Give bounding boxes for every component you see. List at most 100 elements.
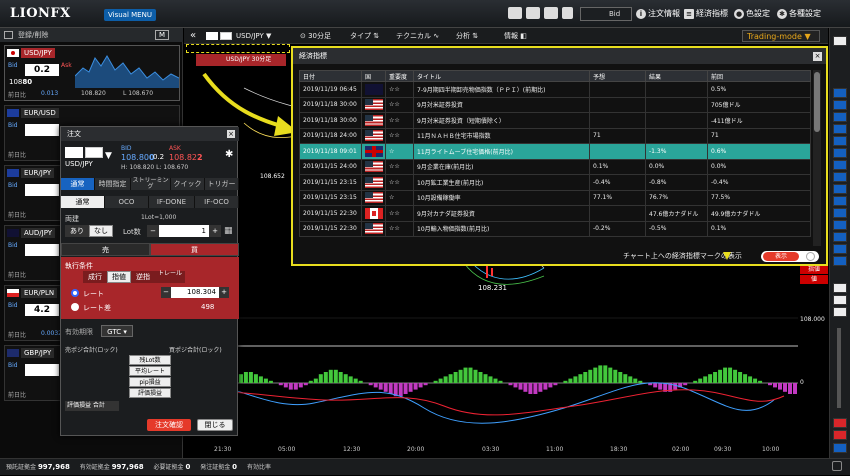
gear-icon[interactable]: ✱ [225, 149, 233, 160]
buy-button[interactable]: 買 [150, 243, 239, 256]
zoom-out-button[interactable] [833, 418, 847, 428]
rate-radio[interactable] [71, 289, 79, 297]
tool-button[interactable] [833, 148, 847, 158]
econ-row[interactable]: 2019/11/18 24:00 ☆☆ 11月ＮＡＨＢ住宅市場指数 71 71 [299, 127, 811, 144]
lot-minus-button[interactable]: − [147, 225, 159, 237]
econ-row[interactable]: 2019/11/18 30:00 ☆☆ 9月対米証券投資（短期債除く） -411億ドル [299, 112, 811, 129]
econ-row[interactable]: 2019/11/18 30:00 ☆☆ 9月対米証券投資 705億ドル [299, 96, 811, 113]
visual-menu-button[interactable]: Visual MENU [104, 9, 156, 21]
reset-button[interactable] [833, 443, 847, 453]
econ-row[interactable]: 2019/11/19 06:45 ☆☆ 7-9月期四半期卸売物価指数（ＰＰＩ）(前期… [299, 81, 811, 98]
order-confirm-button[interactable]: 注文確認 [147, 419, 191, 431]
order-close-button[interactable]: 閉じる [197, 419, 233, 431]
export-icon[interactable] [508, 7, 522, 19]
tool-button[interactable] [833, 307, 847, 317]
print-icon[interactable] [544, 7, 558, 19]
col-prev[interactable]: 前回 [707, 70, 811, 82]
zoom-slider-track[interactable] [837, 328, 841, 408]
expiry-select[interactable]: GTC ▾ [101, 325, 133, 337]
rate-card-usdjpy[interactable]: USD/JPY Bid 0.2 Ask 10880 前日比 0.013 108.… [4, 45, 180, 101]
bid-price-box[interactable] [25, 124, 59, 136]
bid-price-box[interactable] [25, 184, 59, 196]
checkbox-icon[interactable] [4, 31, 13, 39]
tool-button[interactable] [833, 184, 847, 194]
close-icon[interactable]: × [813, 52, 822, 61]
econ-row[interactable]: 2019/11/15 24:00 ☆☆ 9月企業在庫(前月比) 0.1% 0.0% 0.0… [299, 158, 811, 175]
symbol-select[interactable]: USD/JPY ▼ [236, 31, 271, 41]
tool-button[interactable] [833, 196, 847, 206]
lot-input[interactable]: 1 [159, 225, 209, 237]
econ-row[interactable]: 2019/11/18 09:01 ☆ 11月ライトムーブ住宅価格(前月比) -1.3%… [299, 143, 811, 160]
collapse-icon[interactable]: « [190, 31, 196, 41]
bid-price-box[interactable]: 0.2 [25, 64, 59, 76]
info-button[interactable]: 情報 ◧ [504, 31, 527, 41]
tool-button[interactable] [833, 100, 847, 110]
rate-diff-radio[interactable] [71, 303, 79, 311]
col-date[interactable]: 日付 [299, 70, 362, 82]
keypad-icon[interactable]: ▦ [224, 226, 233, 236]
document-icon[interactable] [562, 7, 573, 19]
econ-row[interactable]: 2019/11/15 23:15 ☆☆ 10月鉱工業生産(前月比) -0.4% -0.8… [299, 174, 811, 191]
econ-row[interactable]: 2019/11/15 22:30 ☆☆ 10月輸入物価指数(前月比) -0.2% -0.… [299, 220, 811, 237]
close-icon[interactable] [833, 36, 847, 46]
bid-price-box[interactable]: 4.2 [25, 304, 59, 316]
settings-menu[interactable]: ✱ 各種設定 [777, 8, 821, 20]
tab-trigger[interactable]: トリガー [205, 178, 239, 190]
tool-button[interactable] [833, 232, 847, 242]
tool-button[interactable] [833, 160, 847, 170]
zoom-in-button[interactable] [833, 430, 847, 440]
bid-price-box[interactable] [25, 364, 59, 376]
sell-button[interactable]: 売 [61, 243, 150, 256]
lot-plus-button[interactable]: + [209, 225, 221, 237]
folder-icon[interactable] [526, 7, 540, 19]
col-forecast[interactable]: 予想 [589, 70, 646, 82]
col-country[interactable]: 国 [361, 70, 386, 82]
econ-marks-row[interactable] [186, 44, 290, 53]
econ-scroll-thumb[interactable] [814, 72, 820, 132]
econ-indicator-menu[interactable]: ≡ 経済指標 [684, 8, 728, 20]
tool-button[interactable] [833, 124, 847, 134]
tool-button[interactable] [833, 136, 847, 146]
cond-limit[interactable]: 指値 [107, 271, 131, 283]
tab-ifoco[interactable]: IF-OCO [195, 196, 239, 208]
cond-market[interactable]: 成行 [83, 271, 107, 283]
hedge-on-button[interactable]: あり [65, 225, 89, 237]
rate-plus-button[interactable]: + [219, 287, 229, 298]
tool-button[interactable] [833, 295, 847, 305]
hedge-off-button[interactable]: なし [89, 225, 113, 237]
col-result[interactable]: 結果 [645, 70, 708, 82]
tab-time[interactable]: 時間指定 [95, 178, 131, 190]
col-importance[interactable]: 重要度 [385, 70, 414, 82]
cond-trail[interactable]: トレール [155, 271, 185, 283]
status-settings-icon[interactable] [832, 461, 842, 471]
econ-row[interactable]: 2019/11/15 22:30 ☆☆ 9月対カナダ証券投資 47.6億カナダドル 49… [299, 205, 811, 222]
technical-button[interactable]: テクニカル ∿ [396, 31, 439, 41]
timeframe-select[interactable]: ⊙ 30分足 [300, 31, 331, 41]
order-info-menu[interactable]: i 注文情報 [636, 8, 680, 20]
pair-dropdown[interactable]: ▼ [105, 151, 112, 161]
trading-mode-toggle[interactable]: Trading-mode ▼ [742, 30, 820, 42]
rate-input[interactable]: 108.304 [171, 287, 219, 298]
tool-button[interactable] [833, 220, 847, 230]
bid-price-box[interactable] [25, 244, 59, 256]
tool-button[interactable] [833, 256, 847, 266]
tab-streaming[interactable]: ストリーミング [131, 178, 171, 190]
cond-stop[interactable]: 逆指 [131, 271, 155, 283]
tool-button[interactable] [833, 172, 847, 182]
tab-method-normal[interactable]: 通常 [61, 196, 105, 208]
tab-quick[interactable]: クイック [171, 178, 205, 190]
tool-button[interactable] [833, 283, 847, 293]
color-settings-menu[interactable]: ● 色設定 [734, 8, 770, 20]
tool-button[interactable] [833, 244, 847, 254]
bid-ask-select[interactable]: Bid [580, 7, 632, 21]
col-title[interactable]: タイトル [413, 70, 590, 82]
close-icon[interactable]: × [227, 130, 235, 138]
econ-row[interactable]: 2019/11/15 23:15 ☆ 10月設備稼働率 77.1% 76.7% 77.5% [299, 189, 811, 206]
mode-m-button[interactable]: M [155, 30, 169, 40]
tab-normal[interactable]: 通常 [61, 178, 95, 190]
tab-oco[interactable]: OCO [105, 196, 149, 208]
econ-mark-toggle[interactable]: 表示 [761, 251, 819, 262]
chart-type-button[interactable]: タイプ ⇅ [350, 31, 379, 41]
rate-minus-button[interactable]: − [161, 287, 171, 298]
tab-ifdone[interactable]: IF-DONE [149, 196, 195, 208]
